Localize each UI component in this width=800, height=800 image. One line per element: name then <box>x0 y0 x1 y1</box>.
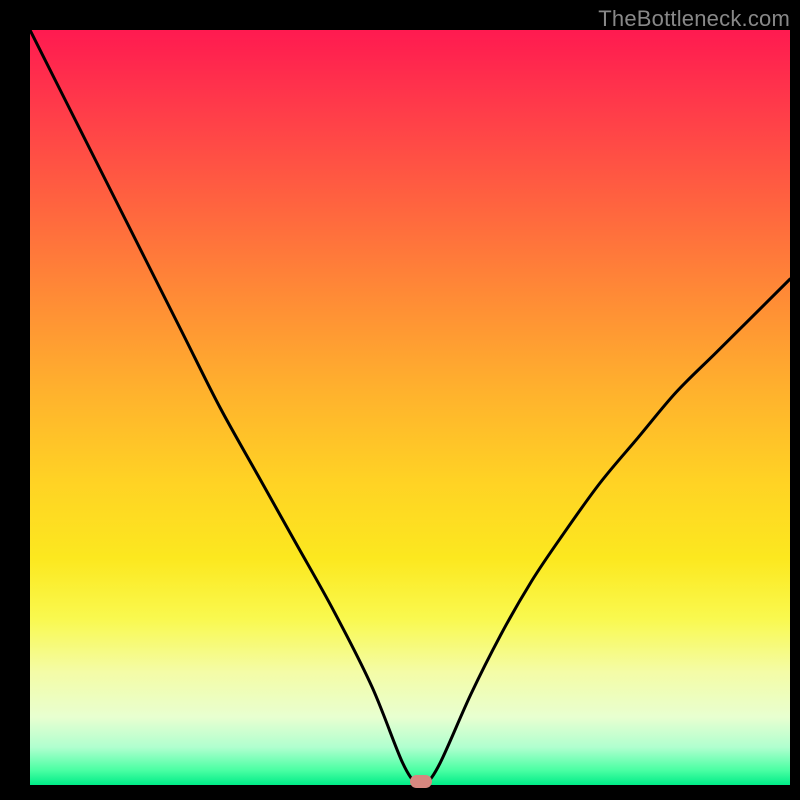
plot-area <box>30 30 790 785</box>
bottleneck-curve <box>30 30 790 785</box>
optimum-marker <box>410 775 432 788</box>
watermark-text: TheBottleneck.com <box>598 6 790 32</box>
chart-frame: TheBottleneck.com <box>0 0 800 800</box>
